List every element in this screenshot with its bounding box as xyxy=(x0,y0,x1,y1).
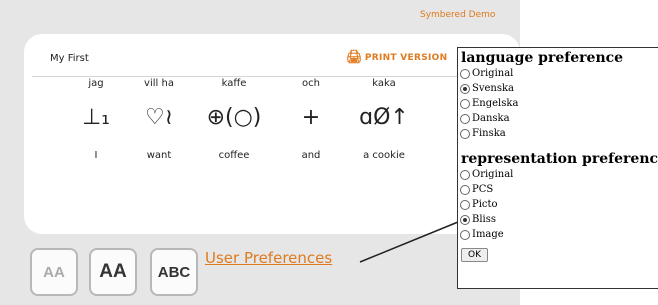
ok-button[interactable]: OK xyxy=(461,248,488,262)
option-label: Image xyxy=(472,229,504,240)
option-label: Original xyxy=(472,169,514,180)
radio-button[interactable] xyxy=(460,169,470,180)
radio-button[interactable] xyxy=(460,113,470,124)
representation-option-picto[interactable]: Picto xyxy=(458,197,658,212)
option-label: PCS xyxy=(472,184,494,195)
option-label: Engelska xyxy=(472,98,519,109)
radio-button[interactable] xyxy=(460,98,470,109)
option-label: Svenska xyxy=(472,83,515,94)
radio-button[interactable] xyxy=(460,214,470,225)
representation-option-original[interactable]: Original xyxy=(458,167,658,182)
representation-option-pcs[interactable]: PCS xyxy=(458,182,658,197)
radio-button[interactable] xyxy=(460,184,470,195)
language-option-danska[interactable]: Danska xyxy=(458,111,658,126)
option-label: Danska xyxy=(472,113,510,124)
option-label: Finska xyxy=(472,128,506,139)
radio-button[interactable] xyxy=(460,199,470,210)
radio-button[interactable] xyxy=(460,229,470,240)
radio-button[interactable] xyxy=(460,68,470,79)
option-label: Picto xyxy=(472,199,498,210)
representation-option-image[interactable]: Image xyxy=(458,227,658,242)
language-heading: language preference xyxy=(461,50,624,66)
preferences-panel: language preference Original Svenska Eng… xyxy=(457,47,658,289)
language-option-original[interactable]: Original xyxy=(458,66,658,81)
radio-button[interactable] xyxy=(460,83,470,94)
option-label: Original xyxy=(472,68,514,79)
language-option-finska[interactable]: Finska xyxy=(458,126,658,141)
language-option-engelska[interactable]: Engelska xyxy=(458,96,658,111)
option-label: Bliss xyxy=(472,214,497,225)
representation-heading: representation preference xyxy=(461,151,658,167)
language-option-svenska[interactable]: Svenska xyxy=(458,81,658,96)
representation-option-bliss[interactable]: Bliss xyxy=(458,212,658,227)
radio-button[interactable] xyxy=(460,128,470,139)
